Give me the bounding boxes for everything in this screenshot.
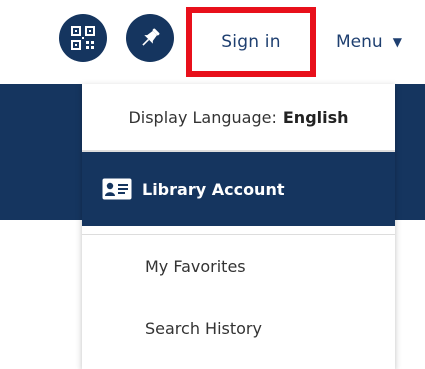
pin-button[interactable] xyxy=(126,14,174,62)
search-history-item[interactable]: Search History xyxy=(82,297,395,359)
id-card-icon xyxy=(102,178,132,200)
my-favorites-label: My Favorites xyxy=(145,256,246,276)
library-account-label: Library Account xyxy=(142,179,285,199)
menu-toggle[interactable]: Menu ▼ xyxy=(336,27,402,57)
library-account-item[interactable]: Library Account xyxy=(82,151,395,226)
qr-code-icon xyxy=(71,26,95,50)
display-language-selector[interactable]: Display Language: English xyxy=(82,84,395,151)
display-language-value: English xyxy=(282,107,349,127)
search-history-label: Search History xyxy=(145,318,262,338)
pushpin-icon xyxy=(142,28,160,46)
sign-in-label: Sign in xyxy=(221,32,281,52)
sign-in-button[interactable]: Sign in xyxy=(186,7,316,77)
menu-label: Menu xyxy=(336,32,383,52)
header-bar: Sign in Menu ▼ xyxy=(0,0,425,84)
menu-dropdown: Display Language: English Library Accoun… xyxy=(82,84,395,369)
caret-down-icon: ▼ xyxy=(392,35,402,49)
display-language-prefix: Display Language: xyxy=(128,107,277,127)
qr-code-button[interactable] xyxy=(59,14,107,62)
my-favorites-item[interactable]: My Favorites xyxy=(82,234,395,297)
